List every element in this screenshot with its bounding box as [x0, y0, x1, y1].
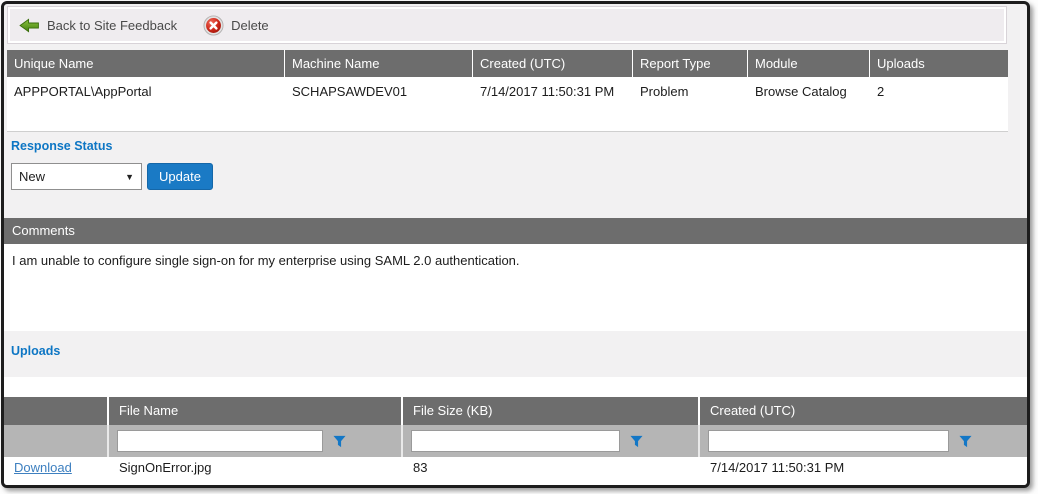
filter-funnel-icon[interactable] — [630, 435, 643, 448]
comments-section-header: Comments — [4, 218, 1027, 244]
cell-file-size: 83 — [403, 457, 700, 481]
feedback-table-header: Unique Name Machine Name Created (UTC) R… — [7, 50, 1008, 77]
delete-icon — [203, 15, 224, 36]
filter-cell-empty — [4, 425, 109, 457]
column-header-upload-created: Created (UTC) — [700, 397, 1027, 425]
file-name-filter-input[interactable] — [117, 430, 323, 452]
uploads-table: File Name File Size (KB) Created (UTC) — [4, 397, 1027, 485]
cell-report-type: Problem — [633, 77, 748, 104]
delete-button[interactable]: Delete — [203, 15, 269, 36]
cell-module: Browse Catalog — [748, 77, 870, 104]
back-button-label: Back to Site Feedback — [47, 18, 177, 33]
update-button[interactable]: Update — [147, 163, 213, 190]
app-window: Back to Site Feedback Delete — [1, 1, 1030, 488]
back-arrow-icon — [19, 18, 40, 33]
column-header-unique-name: Unique Name — [7, 50, 285, 77]
file-size-filter-input[interactable] — [411, 430, 620, 452]
filter-funnel-icon[interactable] — [959, 435, 972, 448]
feedback-detail-table: Unique Name Machine Name Created (UTC) R… — [7, 50, 1008, 132]
cell-machine-name: SCHAPSAWDEV01 — [285, 77, 473, 104]
created-filter-input[interactable] — [708, 430, 949, 452]
column-header-machine-name: Machine Name — [285, 50, 473, 77]
response-status-label: Response Status — [11, 139, 112, 153]
uploads-heading: Uploads — [11, 344, 60, 358]
column-header-report-type: Report Type — [633, 50, 748, 77]
page: Back to Site Feedback Delete — [0, 0, 1038, 494]
filter-cell-file-name — [109, 425, 403, 457]
filter-cell-created — [700, 425, 1027, 457]
column-header-action — [4, 397, 109, 425]
cell-uploads-count: 2 — [870, 77, 1008, 104]
response-status-select[interactable]: New ▼ — [11, 163, 142, 190]
chevron-down-icon: ▼ — [125, 172, 134, 182]
download-link[interactable]: Download — [14, 460, 72, 475]
upload-row: Download SignOnError.jpg 83 7/14/2017 11… — [4, 457, 1027, 481]
back-to-site-feedback-button[interactable]: Back to Site Feedback — [19, 18, 177, 33]
toolbar: Back to Site Feedback Delete — [7, 6, 1007, 44]
delete-button-label: Delete — [231, 18, 269, 33]
cell-upload-created: 7/14/2017 11:50:31 PM — [700, 457, 1027, 481]
feedback-table-row: APPPORTAL\AppPortal SCHAPSAWDEV01 7/14/2… — [7, 77, 1008, 104]
cell-created-utc: 7/14/2017 11:50:31 PM — [473, 77, 633, 104]
filter-cell-file-size — [403, 425, 700, 457]
column-header-uploads: Uploads — [870, 50, 1008, 77]
filter-funnel-icon[interactable] — [333, 435, 346, 448]
column-header-module: Module — [748, 50, 870, 77]
column-header-file-name: File Name — [109, 397, 403, 425]
cell-unique-name: APPPORTAL\AppPortal — [7, 77, 285, 104]
response-status-selected-value: New — [19, 169, 45, 184]
column-header-file-size: File Size (KB) — [403, 397, 700, 425]
uploads-filter-row — [4, 425, 1027, 457]
uploads-table-header: File Name File Size (KB) Created (UTC) — [4, 397, 1027, 425]
spacer — [4, 377, 1027, 397]
column-header-created-utc: Created (UTC) — [473, 50, 633, 77]
cell-file-name: SignOnError.jpg — [109, 457, 403, 481]
comments-text: I am unable to configure single sign-on … — [4, 244, 1027, 331]
